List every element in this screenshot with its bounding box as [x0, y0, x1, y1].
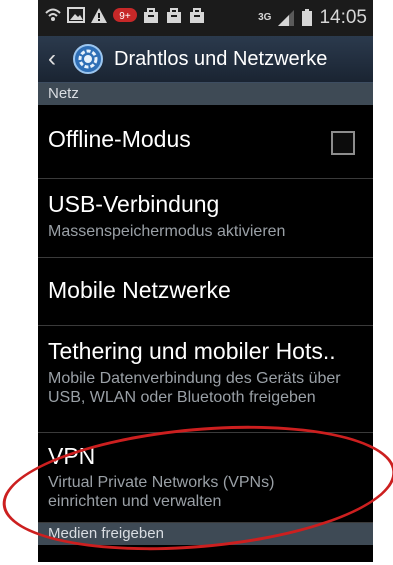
- system-icons: 3G 14:05: [258, 7, 367, 29]
- notification-badge-icon: 9+: [113, 6, 137, 24]
- usb-connection-item[interactable]: USB-Verbindung Massenspeichermodus aktiv…: [38, 179, 373, 258]
- section-header-netz: Netz: [38, 83, 373, 105]
- item-subtitle: Virtual Private Networks (VPNs) einricht…: [48, 474, 275, 510]
- tethering-item[interactable]: Tethering und mobiler Hots.. Mobile Date…: [38, 326, 373, 433]
- item-title: VPN: [48, 443, 96, 469]
- status-bar: 9+ 3G 14:05: [38, 0, 373, 36]
- clock: 14:05: [319, 7, 367, 28]
- item-title: Mobile Netzwerke: [48, 277, 231, 303]
- bag-icon: [142, 6, 160, 24]
- item-subtitle: Mobile Datenverbindung des Geräts über U…: [48, 370, 341, 406]
- section-header-medien: Medien freigeben: [38, 523, 373, 545]
- gear-icon[interactable]: [70, 41, 106, 77]
- phone-screen: 9+ 3G 14:05 ‹ Drahtlos und Netzwerke Net…: [38, 0, 373, 562]
- signal-icon: [277, 9, 295, 27]
- item-title: USB-Verbindung: [48, 191, 220, 217]
- title-bar: ‹ Drahtlos und Netzwerke: [38, 36, 373, 83]
- network-type: 3G: [258, 12, 272, 23]
- item-title: Offline-Modus: [48, 126, 191, 152]
- bag-icon: [188, 6, 206, 24]
- offline-mode-item[interactable]: Offline-Modus: [38, 105, 373, 179]
- bag-icon: [165, 6, 183, 24]
- image-icon: [67, 6, 85, 24]
- mobile-networks-item[interactable]: Mobile Netzwerke: [38, 258, 373, 326]
- chevron-left-icon[interactable]: ‹: [48, 45, 70, 73]
- page-title: Drahtlos und Netzwerke: [114, 47, 328, 70]
- item-title: Tethering und mobiler Hots..: [48, 338, 336, 364]
- warning-icon: [90, 6, 108, 24]
- notification-icons: 9+: [44, 6, 206, 24]
- wifi-icon: [44, 6, 62, 24]
- offline-mode-checkbox[interactable]: [331, 131, 355, 155]
- battery-icon: [301, 9, 313, 27]
- svg-text:9+: 9+: [119, 11, 131, 22]
- item-subtitle: Massenspeichermodus aktivieren: [48, 223, 286, 240]
- vpn-item[interactable]: VPN Virtual Private Networks (VPNs) einr…: [38, 433, 373, 523]
